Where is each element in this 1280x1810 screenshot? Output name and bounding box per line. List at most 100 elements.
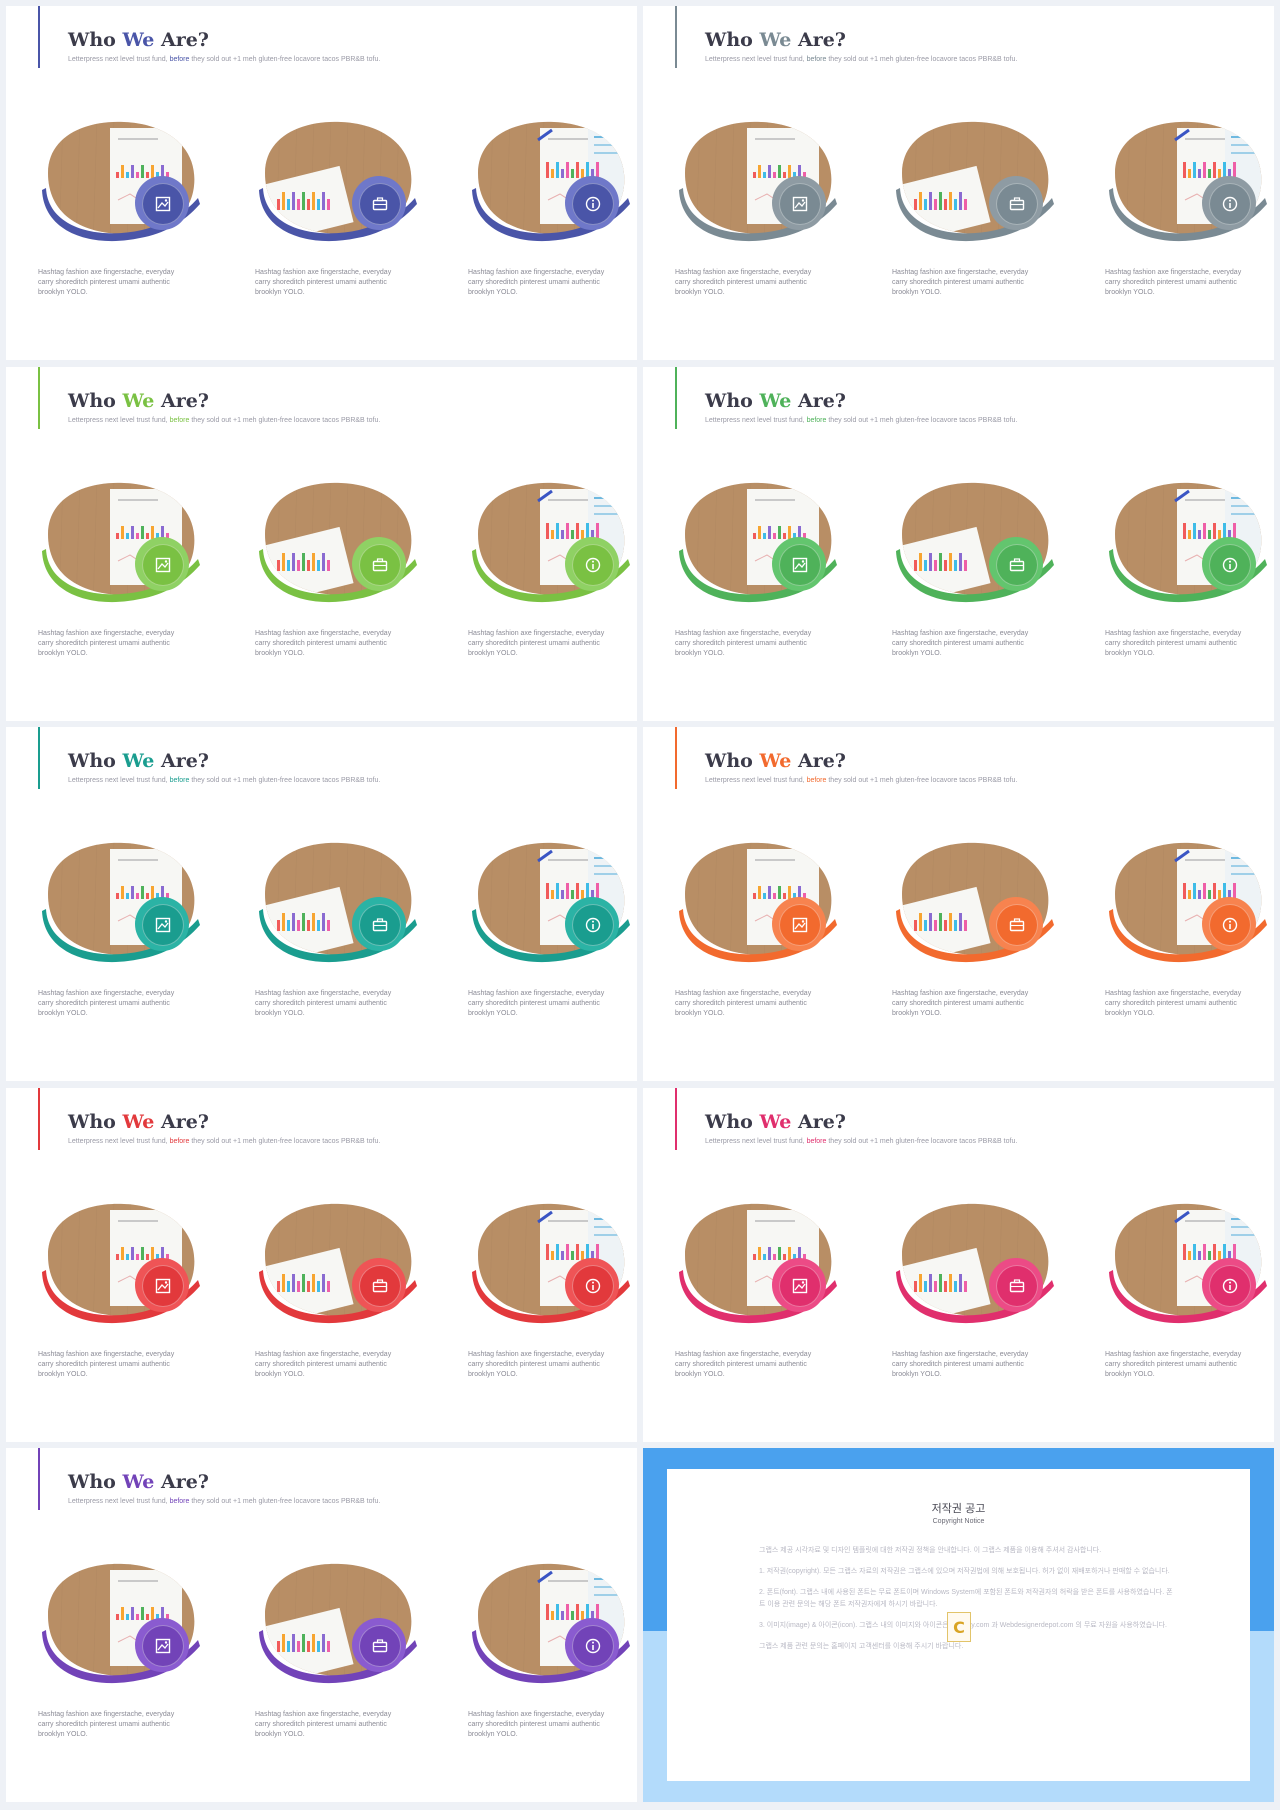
card-description: Hashtag fashion axe fingerstache, everyd… bbox=[468, 1711, 605, 1738]
title-prefix: Who bbox=[68, 1471, 123, 1493]
card-description: Hashtag fashion axe fingerstache, everyd… bbox=[255, 1711, 392, 1738]
feature-card: Hashtag fashion axe fingerstache, everyd… bbox=[675, 839, 845, 1017]
feature-card: Hashtag fashion axe fingerstache, everyd… bbox=[255, 479, 425, 657]
feature-card: Hashtag fashion axe fingerstache, everyd… bbox=[468, 1560, 637, 1738]
card-icon-badge bbox=[1202, 1258, 1256, 1312]
card-icon-badge bbox=[989, 897, 1043, 951]
info-icon bbox=[572, 544, 614, 586]
slide-1: Who We Are? Letterpress next level trust … bbox=[6, 6, 637, 360]
slide-title: Who We Are? bbox=[705, 390, 846, 412]
image-icon bbox=[779, 904, 821, 946]
title-suffix: Are? bbox=[154, 390, 209, 412]
accent-bar bbox=[675, 1088, 677, 1150]
title-highlight: We bbox=[122, 750, 155, 772]
slide-7: Who We Are? Letterpress next level trust … bbox=[6, 1088, 637, 1442]
card-description: Hashtag fashion axe fingerstache, everyd… bbox=[255, 269, 392, 296]
image-icon bbox=[142, 183, 184, 225]
title-suffix: Are? bbox=[154, 750, 209, 772]
card-description: Hashtag fashion axe fingerstache, everyd… bbox=[892, 1351, 1029, 1378]
feature-card: Hashtag fashion axe fingerstache, everyd… bbox=[468, 839, 637, 1017]
title-highlight: We bbox=[122, 1471, 155, 1493]
accent-bar bbox=[38, 727, 40, 789]
feature-card: Hashtag fashion axe fingerstache, everyd… bbox=[1105, 118, 1274, 296]
slide-subtitle: Letterpress next level trust fund, befor… bbox=[68, 56, 381, 63]
slide-5: Who We Are? Letterpress next level trust … bbox=[6, 727, 637, 1081]
feature-card: Hashtag fashion axe fingerstache, everyd… bbox=[255, 118, 425, 296]
feature-card: Hashtag fashion axe fingerstache, everyd… bbox=[675, 1200, 845, 1378]
feature-card: Hashtag fashion axe fingerstache, everyd… bbox=[38, 1560, 208, 1738]
title-highlight: We bbox=[122, 390, 155, 412]
briefcase-icon bbox=[359, 544, 401, 586]
card-icon-badge bbox=[352, 897, 406, 951]
card-icon-badge bbox=[1202, 176, 1256, 230]
card-icon-badge bbox=[989, 176, 1043, 230]
title-suffix: Are? bbox=[791, 390, 846, 412]
title-highlight: We bbox=[122, 29, 155, 51]
title-prefix: Who bbox=[68, 390, 123, 412]
title-prefix: Who bbox=[68, 29, 123, 51]
slide-subtitle: Letterpress next level trust fund, befor… bbox=[68, 417, 381, 424]
slide-6: Who We Are? Letterpress next level trust … bbox=[643, 727, 1274, 1081]
slide-title: Who We Are? bbox=[705, 1111, 846, 1133]
card-description: Hashtag fashion axe fingerstache, everyd… bbox=[675, 630, 812, 657]
slide-subtitle: Letterpress next level trust fund, befor… bbox=[705, 56, 1018, 63]
feature-card: Hashtag fashion axe fingerstache, everyd… bbox=[468, 1200, 637, 1378]
accent-bar bbox=[38, 367, 40, 429]
feature-card: Hashtag fashion axe fingerstache, everyd… bbox=[38, 479, 208, 657]
copyright-body: 그랩스 제공 시각자료 및 디자인 템플릿에 대한 저작권 정책을 안내합니다.… bbox=[759, 1545, 1175, 1662]
card-icon-badge bbox=[135, 1618, 189, 1672]
accent-bar bbox=[38, 6, 40, 68]
card-description: Hashtag fashion axe fingerstache, everyd… bbox=[892, 269, 1029, 296]
title-highlight: We bbox=[759, 390, 792, 412]
card-icon-badge bbox=[1202, 537, 1256, 591]
card-icon-badge bbox=[352, 537, 406, 591]
info-icon bbox=[1209, 1265, 1251, 1307]
card-icon-badge bbox=[772, 176, 826, 230]
slide-subtitle: Letterpress next level trust fund, befor… bbox=[705, 1138, 1018, 1145]
feature-card: Hashtag fashion axe fingerstache, everyd… bbox=[38, 839, 208, 1017]
card-description: Hashtag fashion axe fingerstache, everyd… bbox=[1105, 269, 1242, 296]
accent-bar bbox=[675, 727, 677, 789]
card-icon-badge bbox=[352, 1618, 406, 1672]
feature-card: Hashtag fashion axe fingerstache, everyd… bbox=[255, 839, 425, 1017]
card-icon-badge bbox=[135, 897, 189, 951]
title-highlight: We bbox=[759, 1111, 792, 1133]
card-description: Hashtag fashion axe fingerstache, everyd… bbox=[255, 630, 392, 657]
info-icon bbox=[1209, 544, 1251, 586]
card-description: Hashtag fashion axe fingerstache, everyd… bbox=[255, 1351, 392, 1378]
copyright-title: 저작권 공고 bbox=[931, 1503, 986, 1515]
title-suffix: Are? bbox=[154, 29, 209, 51]
image-icon bbox=[142, 1265, 184, 1307]
image-icon bbox=[779, 1265, 821, 1307]
title-prefix: Who bbox=[68, 1111, 123, 1133]
feature-card: Hashtag fashion axe fingerstache, everyd… bbox=[675, 479, 845, 657]
slide-subtitle: Letterpress next level trust fund, befor… bbox=[68, 1498, 381, 1505]
slide-8: Who We Are? Letterpress next level trust … bbox=[643, 1088, 1274, 1442]
card-description: Hashtag fashion axe fingerstache, everyd… bbox=[468, 269, 605, 296]
card-icon-badge bbox=[565, 897, 619, 951]
slide-title: Who We Are? bbox=[705, 29, 846, 51]
title-prefix: Who bbox=[705, 1111, 760, 1133]
feature-card: Hashtag fashion axe fingerstache, everyd… bbox=[38, 118, 208, 296]
slide-title: Who We Are? bbox=[68, 390, 209, 412]
card-icon-badge bbox=[1202, 897, 1256, 951]
title-prefix: Who bbox=[705, 390, 760, 412]
accent-bar bbox=[675, 367, 677, 429]
slide-9: Who We Are? Letterpress next level trust … bbox=[6, 1448, 637, 1802]
accent-bar bbox=[38, 1448, 40, 1510]
card-icon-badge bbox=[352, 176, 406, 230]
card-icon-badge bbox=[772, 897, 826, 951]
feature-card: Hashtag fashion axe fingerstache, everyd… bbox=[1105, 1200, 1274, 1378]
feature-card: Hashtag fashion axe fingerstache, everyd… bbox=[1105, 479, 1274, 657]
info-icon bbox=[1209, 183, 1251, 225]
slide-title: Who We Are? bbox=[68, 750, 209, 772]
title-highlight: We bbox=[759, 750, 792, 772]
title-prefix: Who bbox=[68, 750, 123, 772]
accent-bar bbox=[675, 6, 677, 68]
card-description: Hashtag fashion axe fingerstache, everyd… bbox=[892, 990, 1029, 1017]
image-icon bbox=[142, 544, 184, 586]
card-icon-badge bbox=[989, 537, 1043, 591]
card-description: Hashtag fashion axe fingerstache, everyd… bbox=[38, 990, 175, 1017]
copyright-slide: 저작권 공고 Copyright Notice 그랩스 제공 시각자료 및 디자… bbox=[643, 1448, 1274, 1802]
copyright-paragraph: 그랩스 제공 시각자료 및 디자인 템플릿에 대한 저작권 정책을 안내합니다.… bbox=[759, 1547, 1102, 1554]
